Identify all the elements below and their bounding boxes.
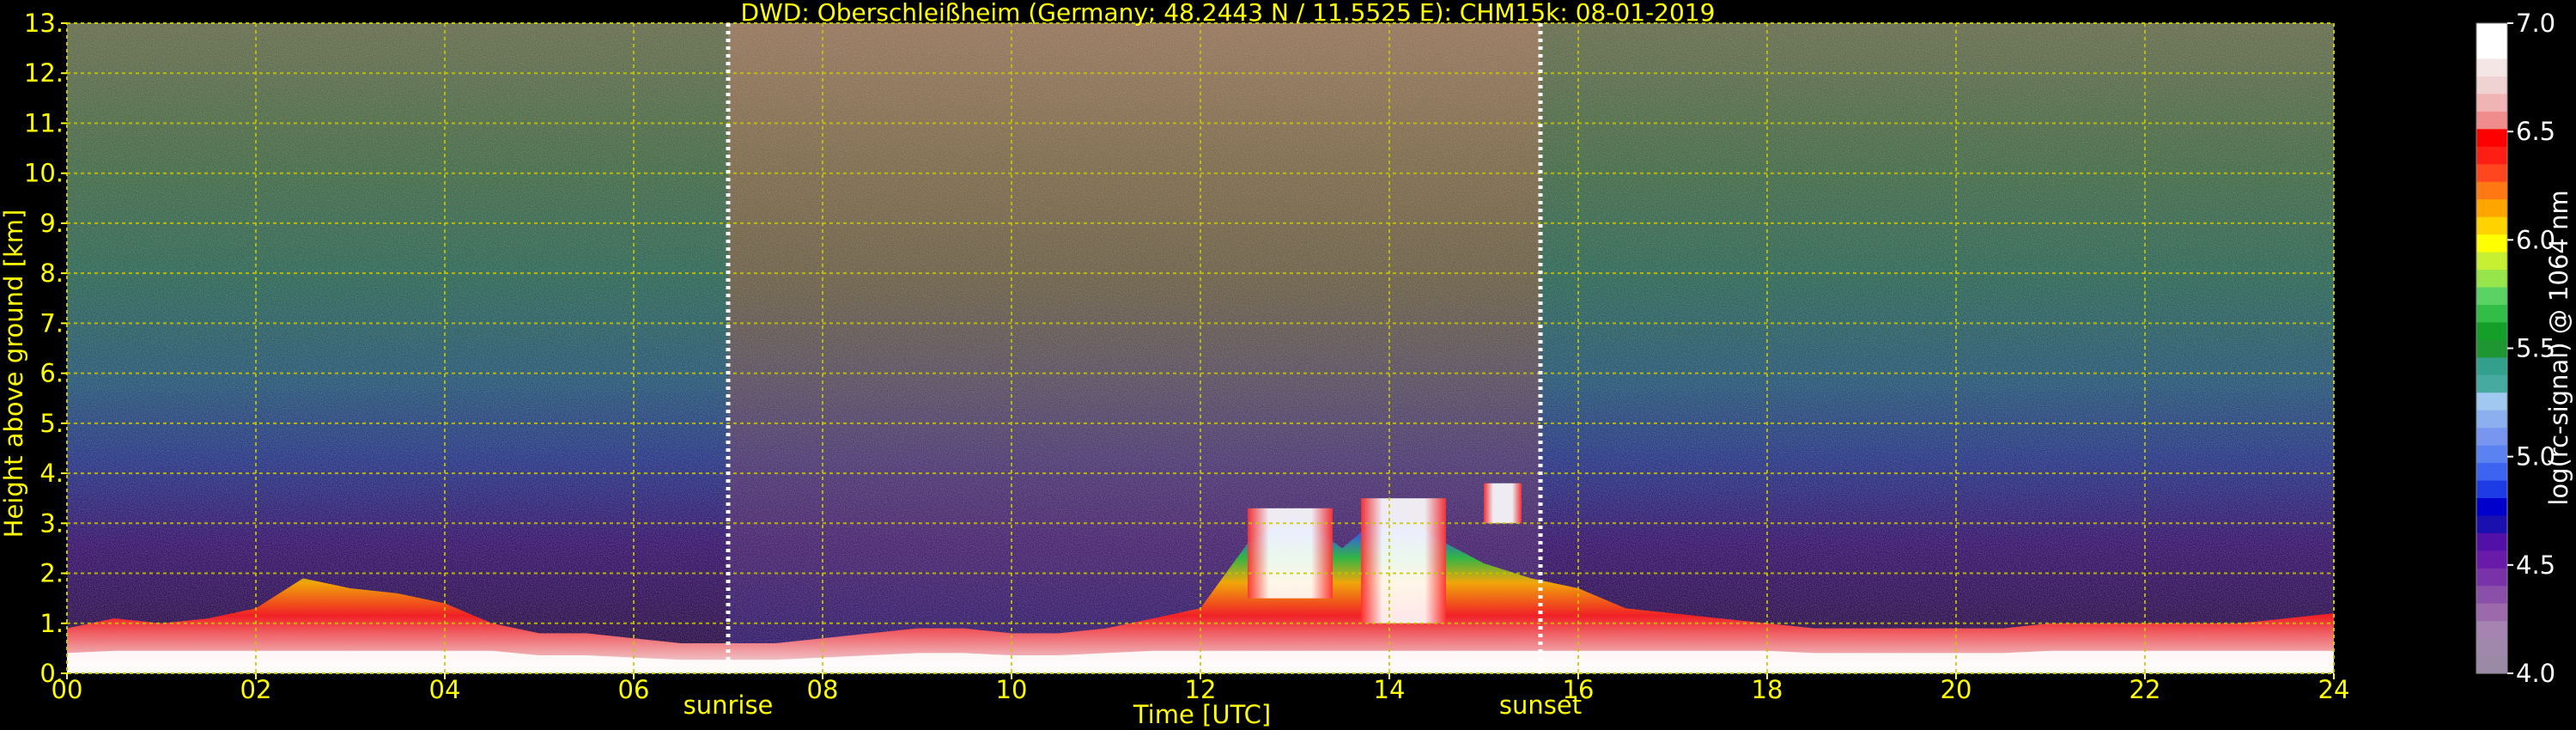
y-tick-label-7: 7. [39, 308, 64, 338]
chart-title: DWD: Oberschleißheim (Germany; 48.2443 N… [741, 0, 1716, 27]
y-tick-label-9: 9. [39, 209, 64, 238]
y-tick-label-12: 12. [24, 58, 64, 88]
x-tick-label-20: 20 [1941, 675, 1972, 704]
x-axis-label: Time [UTC] [1133, 700, 1271, 729]
colorbar-tick-label-4.5: 4.5 [2516, 551, 2555, 580]
x-tick-label-22: 22 [2129, 675, 2161, 704]
colorbar-swatch [2476, 585, 2507, 604]
colorbar-swatch [2476, 304, 2507, 323]
y-tick-label-13: 13. [24, 9, 64, 38]
colorbar-swatch [2476, 550, 2507, 569]
colorbar-swatch [2476, 374, 2507, 393]
colorbar-swatch [2476, 620, 2507, 639]
colorbar-swatch [2476, 479, 2507, 499]
colorbar-swatch [2476, 532, 2507, 551]
y-tick-label-3: 3. [39, 508, 64, 538]
colorbar-swatch [2476, 410, 2507, 429]
colorbar-swatch [2476, 568, 2507, 587]
colorbar-swatch [2476, 163, 2507, 182]
colorbar-swatch [2476, 462, 2507, 481]
colorbar-swatch [2476, 234, 2507, 252]
colorbar-tick-label-7.0: 7.0 [2516, 9, 2555, 38]
cloud-layer-2 [1361, 498, 1446, 624]
colorbar-swatch [2476, 40, 2507, 59]
y-tick-label-1: 1. [39, 609, 64, 638]
colorbar-swatch [2476, 216, 2507, 235]
y-axis-label: Height above ground [km] [0, 210, 28, 538]
x-tick-label-16: 16 [1563, 675, 1595, 704]
colorbar-swatch [2476, 497, 2507, 516]
colorbar-swatch [2476, 427, 2507, 446]
colorbar-swatch [2476, 321, 2507, 340]
colorbar-swatch [2476, 58, 2507, 76]
x-tick-label-14: 14 [1374, 675, 1406, 704]
colorbar-swatch [2476, 93, 2507, 112]
colorbar-swatch [2476, 181, 2507, 200]
colorbar-swatch [2476, 251, 2507, 271]
lidar-backscatter-chart: sunrise sunset 00 02 04 06 08 10 12 14 16 18 20 22 24… [0, 0, 2573, 729]
y-tick-label-2: 2. [39, 559, 64, 588]
colorbar-tick-label-6.5: 6.5 [2516, 117, 2555, 146]
colorbar-tick-label-4.0: 4.0 [2516, 659, 2555, 688]
colorbar-swatch [2476, 339, 2507, 358]
y-tick-label-6: 6. [39, 359, 64, 388]
x-tick-label-02: 02 [240, 675, 272, 704]
cloud-layer-1 [1248, 508, 1333, 599]
event-label-sunrise: sunrise [683, 690, 774, 720]
y-tick-label-4: 4. [39, 459, 64, 488]
y-tick-label-11: 11. [24, 108, 64, 137]
x-tick-label-10: 10 [996, 675, 1028, 704]
colorbar-swatch [2476, 76, 2507, 94]
colorbar-swatch [2476, 286, 2507, 305]
colorbar-swatch [2476, 23, 2507, 42]
x-tick-label-18: 18 [1752, 675, 1783, 704]
x-tick-label-04: 04 [429, 675, 461, 704]
colorbar-swatch [2476, 514, 2507, 533]
y-tick-label-5: 5. [39, 409, 64, 438]
colorbar-swatch [2476, 392, 2507, 411]
x-tick-label-24: 24 [2318, 675, 2350, 704]
colorbar-swatch [2476, 638, 2507, 657]
y-tick-label-8: 8. [39, 259, 64, 288]
cloud-layer-3 [1484, 483, 1522, 524]
colorbar-swatch [2476, 128, 2507, 147]
colorbar-swatch [2476, 198, 2507, 217]
colorbar-label: log(rc-signal) @ 1064 nm [2544, 190, 2573, 505]
colorbar-swatch [2476, 445, 2507, 464]
colorbar-swatch [2476, 356, 2507, 375]
colorbar-swatch [2476, 111, 2507, 130]
y-tick-label-10: 10. [24, 159, 64, 188]
colorbar-swatch [2476, 655, 2507, 674]
x-tick-label-08: 08 [807, 675, 839, 704]
colorbar-swatch [2476, 269, 2507, 288]
y-tick-label-0: 0. [39, 659, 64, 688]
colorbar-swatch [2476, 603, 2507, 622]
colorbar-swatch [2476, 146, 2507, 165]
x-tick-label-06: 06 [618, 675, 650, 704]
